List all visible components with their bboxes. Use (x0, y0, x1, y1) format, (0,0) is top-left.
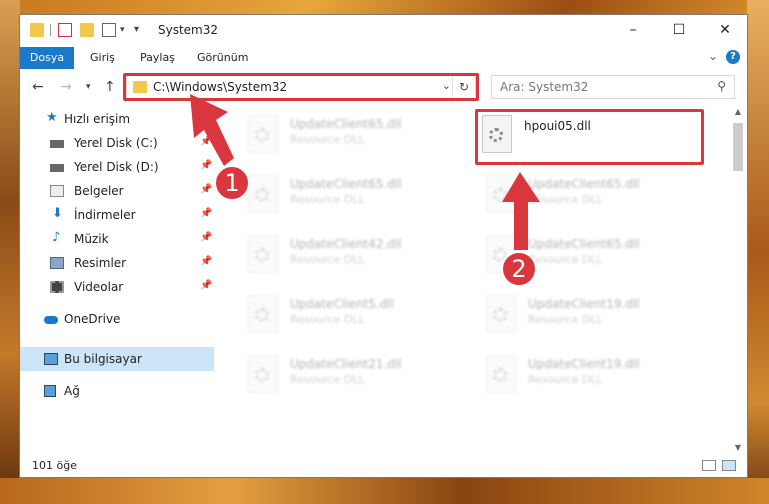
annotation-arrow-1 (190, 94, 234, 166)
annotation-overlay: 1 2 (190, 94, 540, 287)
annotation-arrow-2 (502, 172, 540, 250)
annotation-badge-2-label: 2 (511, 255, 526, 283)
annotation-badge-1-label: 1 (224, 169, 239, 197)
